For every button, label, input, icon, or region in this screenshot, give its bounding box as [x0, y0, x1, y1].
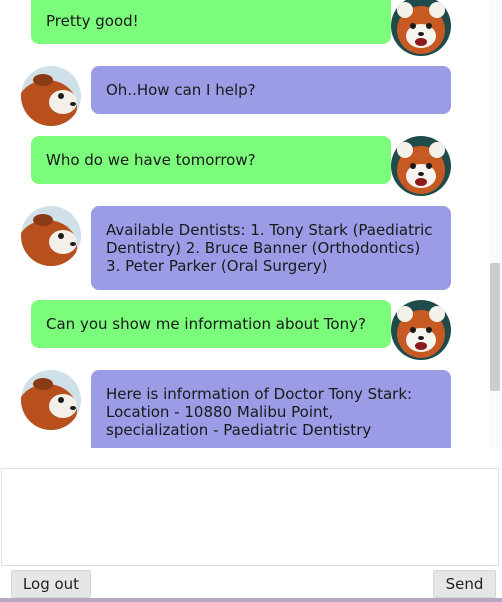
bot-message-bubble: Available Dentists: 1. Tony Stark (Paedi… — [91, 206, 451, 290]
red-panda-face-icon — [391, 0, 451, 56]
message-text: Who do we have tomorrow? — [46, 151, 256, 169]
message-text: Available Dentists: 1. Tony Stark (Paedi… — [106, 221, 433, 275]
message-text: Pretty good! — [46, 12, 139, 30]
user-message-bubble: Pretty good! — [31, 0, 391, 44]
bot-message-bubble: Here is information of Doctor Tony Stark… — [91, 370, 451, 448]
bot-avatar — [21, 370, 81, 430]
message-text: Oh..How can I help? — [106, 81, 256, 99]
red-panda-side-icon — [21, 66, 81, 126]
message-text: Here is information of Doctor Tony Stark… — [106, 385, 413, 439]
red-panda-face-icon — [391, 300, 451, 360]
logout-button[interactable]: Log out — [11, 570, 91, 598]
user-avatar — [391, 300, 451, 360]
user-avatar — [391, 0, 451, 56]
scrollbar-thumb[interactable] — [490, 263, 500, 391]
user-message-bubble: Who do we have tomorrow? — [31, 136, 391, 184]
chat-history[interactable]: Pretty good! Oh..How can I help? Who do … — [0, 0, 502, 448]
message-input[interactable] — [1, 468, 499, 566]
user-avatar — [391, 136, 451, 196]
bottom-border — [0, 598, 502, 602]
user-message-bubble: Can you show me information about Tony? — [31, 300, 391, 348]
red-panda-face-icon — [391, 136, 451, 196]
bot-avatar — [21, 66, 81, 126]
bot-message-bubble: Oh..How can I help? — [91, 66, 451, 114]
bot-avatar — [21, 206, 81, 266]
send-button[interactable]: Send — [433, 570, 496, 598]
red-panda-side-icon — [21, 206, 81, 266]
red-panda-side-icon — [21, 370, 81, 430]
message-text: Can you show me information about Tony? — [46, 315, 366, 333]
